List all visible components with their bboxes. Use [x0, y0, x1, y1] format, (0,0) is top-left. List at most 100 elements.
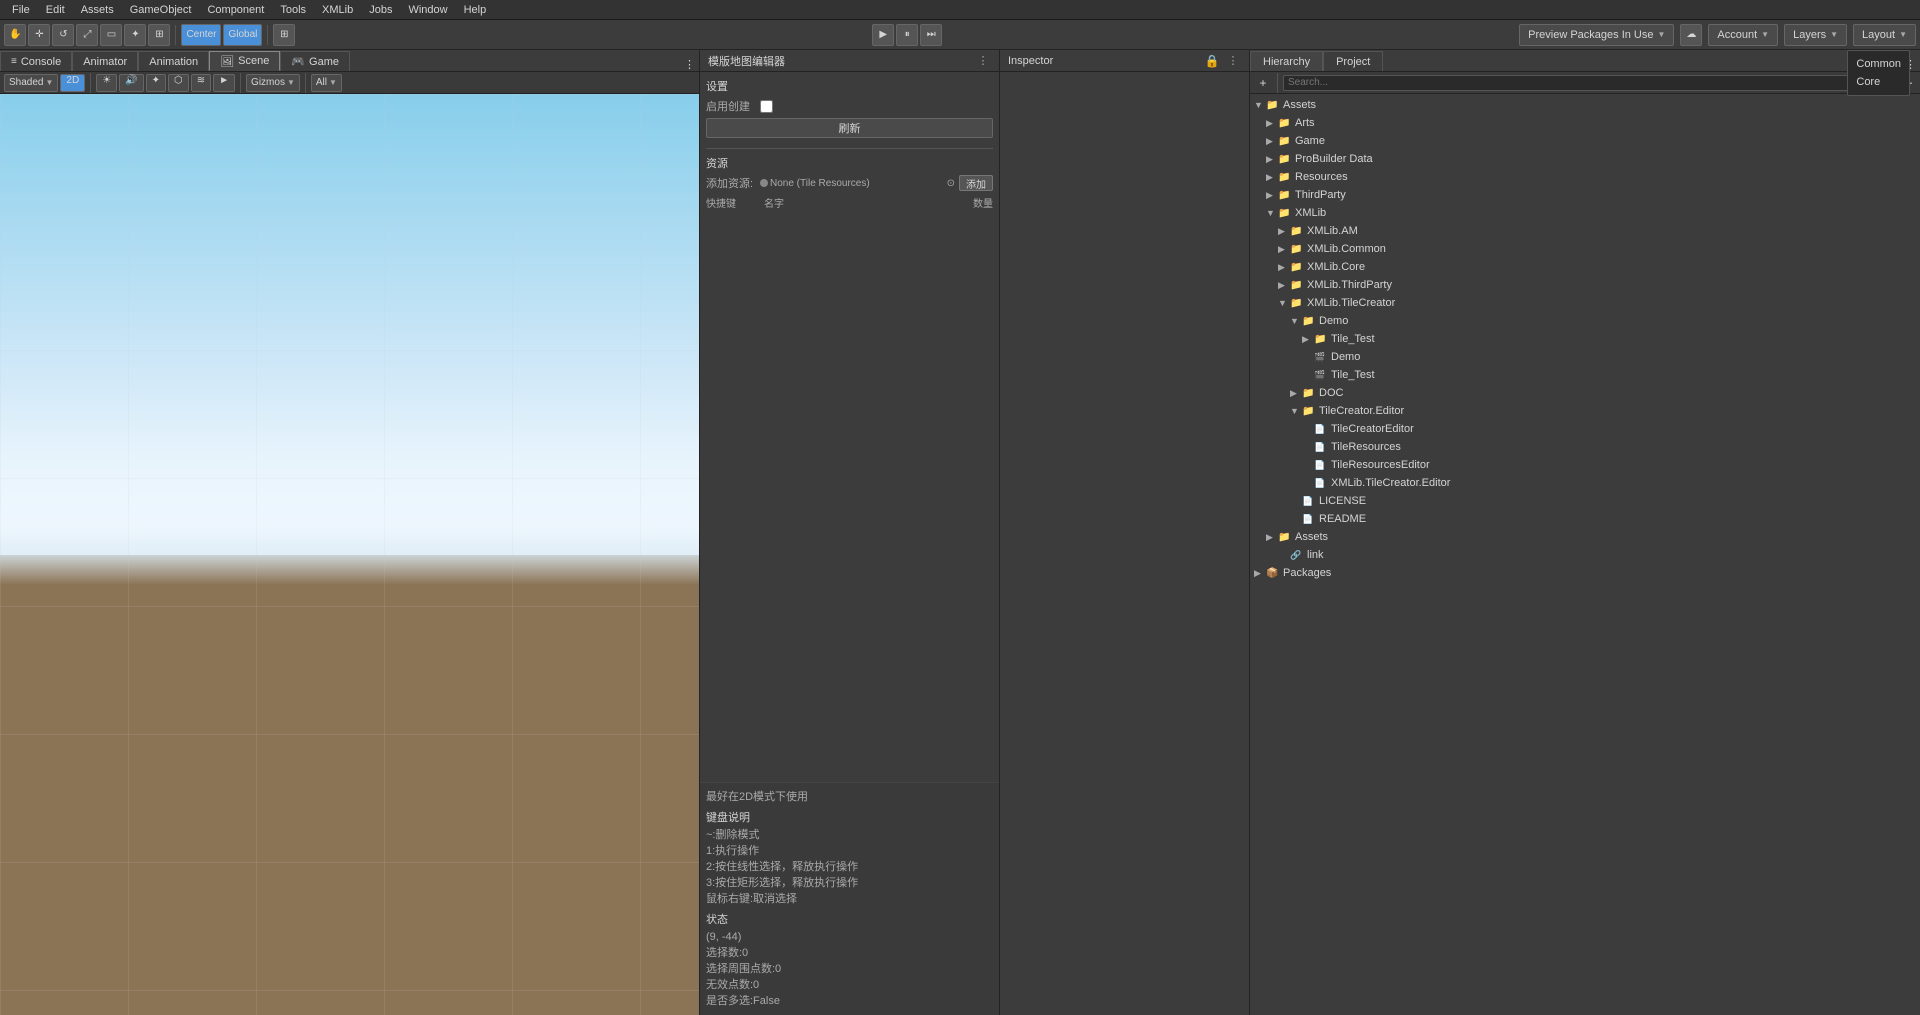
add-btn[interactable]: 添加	[959, 175, 993, 191]
menu-assets[interactable]: Assets	[73, 0, 122, 20]
menu-jobs[interactable]: Jobs	[361, 0, 400, 20]
scene-audio-btn[interactable]: 🔊	[119, 74, 143, 92]
tree-tilecreator[interactable]: ▼ 📁 XMLib.TileCreator	[1250, 294, 1920, 312]
tree-xmlib-core[interactable]: ▶ 📁 XMLib.Core	[1250, 258, 1920, 276]
tree-tilecreator-editor-folder[interactable]: ▼ 📁 TileCreator.Editor	[1250, 402, 1920, 420]
tab-console[interactable]: ≡ Console	[0, 51, 72, 71]
gizmos-dropdown[interactable]: Gizmos ▼	[246, 74, 300, 92]
best-use-label: 最好在2D模式下使用	[706, 789, 993, 805]
tree-tilecreatoreditor[interactable]: 📄 TileCreatorEditor	[1250, 420, 1920, 438]
tool-transform[interactable]: ✦	[124, 24, 146, 46]
menu-help[interactable]: Help	[456, 0, 495, 20]
tab-hierarchy[interactable]: Hierarchy	[1250, 51, 1323, 71]
snap-settings[interactable]: ⊞	[273, 24, 295, 46]
tree-assets-root[interactable]: ▼ 📁 Assets	[1250, 96, 1920, 114]
tree-xmlib-am[interactable]: ▶ 📁 XMLib.AM	[1250, 222, 1920, 240]
menu-component[interactable]: Component	[199, 0, 272, 20]
tree-xmlib-common[interactable]: ▶ 📁 XMLib.Common	[1250, 240, 1920, 258]
divider-1	[706, 148, 993, 149]
viewport-menu-btn[interactable]: ⋮	[684, 58, 699, 71]
tree-xmlib-tilecreator-editor[interactable]: 📄 XMLib.TileCreator.Editor	[1250, 474, 1920, 492]
pivot-center[interactable]: Center	[181, 24, 221, 46]
view-2d-btn[interactable]: 2D	[60, 74, 85, 92]
tree-link[interactable]: 🔗 link	[1250, 546, 1920, 564]
layout-btn[interactable]: Layout ▼	[1853, 24, 1916, 46]
menu-window[interactable]: Window	[400, 0, 455, 20]
link-label: link	[1307, 549, 1324, 561]
scene-viewport[interactable]	[0, 94, 699, 1015]
tilemap-content: 设置 启用创建 刷新 资源 添加资源: None (Tile Resources…	[700, 72, 999, 782]
tool-move[interactable]: ✛	[28, 24, 50, 46]
tab-animator[interactable]: Animator	[72, 51, 138, 71]
scene-anim-btn[interactable]: ►	[213, 74, 235, 92]
tab-animation[interactable]: Animation	[138, 51, 209, 71]
enable-create-checkbox[interactable]	[760, 100, 773, 113]
pause-button[interactable]: ⏸	[896, 24, 918, 46]
inspector-menu-btn[interactable]: ⋮	[1225, 53, 1241, 69]
shading-dropdown[interactable]: Shaded ▼	[4, 74, 58, 92]
tool-rect[interactable]: ▭	[100, 24, 122, 46]
menu-xmlib[interactable]: XMLib	[314, 0, 361, 20]
play-button[interactable]: ▶	[872, 24, 894, 46]
tree-resources[interactable]: ▶ 📁 Resources	[1250, 168, 1920, 186]
tree-xmlib-thirdparty[interactable]: ▶ 📁 XMLib.ThirdParty	[1250, 276, 1920, 294]
tree-demo-scene[interactable]: 🎬 Demo	[1250, 348, 1920, 366]
packages-core: Core	[1856, 73, 1901, 91]
menu-gameobject[interactable]: GameObject	[122, 0, 200, 20]
project-tree[interactable]: ▼ 📁 Assets ▶ 📁 Arts ▶ 📁 Game	[1250, 94, 1920, 1015]
scene-effects-btn[interactable]: ✦	[146, 74, 166, 92]
tree-probuilder[interactable]: ▶ 📁 ProBuilder Data	[1250, 150, 1920, 168]
tree-tileresourceseditor[interactable]: 📄 TileResourcesEditor	[1250, 456, 1920, 474]
tilemap-menu-btn[interactable]: ⋮	[975, 53, 991, 69]
probuilder-arrow: ▶	[1266, 154, 1278, 165]
source-target-btn[interactable]: ⊙	[947, 178, 955, 189]
scene-fog-btn[interactable]: ≋	[191, 74, 211, 92]
resources-label: 资源	[706, 155, 993, 171]
account-btn[interactable]: Account ▼	[1708, 24, 1778, 46]
refresh-btn[interactable]: 刷新	[706, 118, 993, 138]
tree-tile-test-scene[interactable]: 🎬 Tile_Test	[1250, 366, 1920, 384]
preview-packages-btn[interactable]: Preview Packages In Use ▼	[1519, 24, 1674, 46]
tab-scene[interactable]: 🖼 Scene	[209, 51, 280, 71]
status-multi: 是否多选:False	[706, 993, 993, 1009]
tree-game[interactable]: ▶ 📁 Game	[1250, 132, 1920, 150]
cloud-btn[interactable]: ☁	[1680, 24, 1702, 46]
tool-custom[interactable]: ⊞	[148, 24, 170, 46]
tree-license[interactable]: 📄 LICENSE	[1250, 492, 1920, 510]
readme-icon: 📄	[1302, 513, 1316, 525]
space-global[interactable]: Global	[223, 24, 262, 46]
tab-project[interactable]: Project	[1323, 51, 1383, 71]
tree-thirdparty[interactable]: ▶ 📁 ThirdParty	[1250, 186, 1920, 204]
add-source-label: 添加资源:	[706, 175, 756, 191]
tool-scale[interactable]: ⤢	[76, 24, 98, 46]
tce-file-icon: 📄	[1314, 423, 1328, 435]
layers-btn[interactable]: Layers ▼	[1784, 24, 1847, 46]
menu-tools[interactable]: Tools	[272, 0, 314, 20]
right-top: Inspector 🔒 ⋮ Hierarchy Project ⋮	[1000, 50, 1920, 1015]
tree-readme[interactable]: 📄 README	[1250, 510, 1920, 528]
tab-game[interactable]: 🎮 Game	[280, 51, 350, 71]
status-title: 状态	[706, 911, 993, 927]
lic-label: LICENSE	[1319, 495, 1366, 507]
menu-edit[interactable]: Edit	[38, 0, 73, 20]
preview-packages-arrow: ▼	[1658, 30, 1666, 39]
inspector-lock-btn[interactable]: 🔒	[1203, 52, 1221, 70]
hp-add-btn[interactable]: +	[1254, 74, 1272, 92]
menu-file[interactable]: File	[4, 0, 38, 20]
scene-skybox-btn[interactable]: ⬡	[168, 74, 189, 92]
hp-search-input[interactable]	[1283, 75, 1856, 91]
tool-rotate[interactable]: ↺	[52, 24, 74, 46]
tree-xmlib[interactable]: ▼ 📁 XMLib	[1250, 204, 1920, 222]
tree-tile-test-1[interactable]: ▶ 📁 Tile_Test	[1250, 330, 1920, 348]
tree-packages-root[interactable]: ▶ 📦 Packages	[1250, 564, 1920, 582]
tree-assets-sub[interactable]: ▶ 📁 Assets	[1250, 528, 1920, 546]
tree-doc[interactable]: ▶ 📁 DOC	[1250, 384, 1920, 402]
tree-tileresources[interactable]: 📄 TileResources	[1250, 438, 1920, 456]
all-dropdown[interactable]: All ▼	[311, 74, 342, 92]
scene-light-btn[interactable]: ☀	[96, 74, 117, 92]
step-button[interactable]: ⏭	[920, 24, 942, 46]
tree-arts[interactable]: ▶ 📁 Arts	[1250, 114, 1920, 132]
tool-hand[interactable]: ✋	[4, 24, 26, 46]
xmlib-arrow: ▼	[1266, 208, 1278, 218]
tree-demo-folder[interactable]: ▼ 📁 Demo	[1250, 312, 1920, 330]
